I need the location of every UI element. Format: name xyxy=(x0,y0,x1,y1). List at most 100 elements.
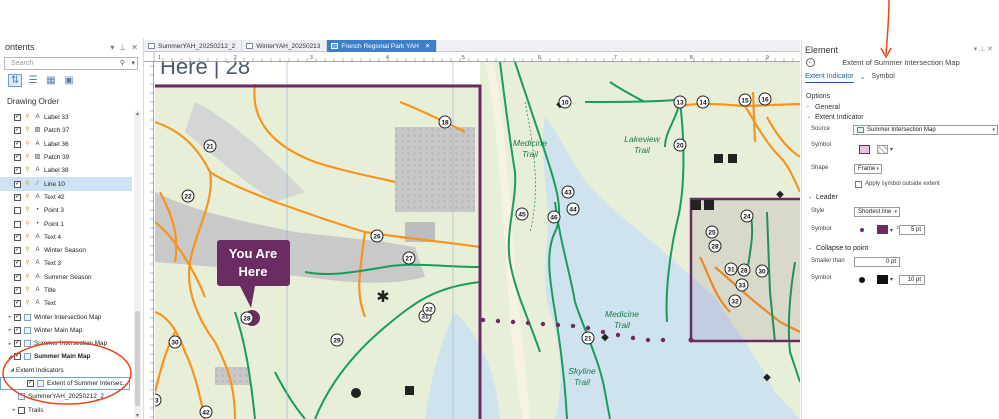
expanded-icon[interactable]: ◢ xyxy=(6,354,14,360)
lock-icon[interactable]: ⚲ xyxy=(24,300,31,307)
layer-row[interactable]: ✓ Extent of Summer Intersec... xyxy=(0,376,130,391)
layer-row[interactable]: ✓ ⚲ A Label 33 xyxy=(0,111,132,124)
layer-row[interactable]: ✓ ⚲ A Summer Season xyxy=(0,271,132,284)
chevron-down-icon[interactable]: ▾ xyxy=(890,276,893,283)
layer-list-scrollbar[interactable]: ▲ ▼ xyxy=(134,111,141,419)
visibility-checkbox[interactable]: ✓ xyxy=(14,180,21,188)
visibility-checkbox[interactable]: ✓ xyxy=(27,380,34,388)
layer-row[interactable]: ✓ ⚲ A Text xyxy=(0,297,132,310)
visibility-checkbox[interactable]: ✓ xyxy=(14,313,21,321)
lock-icon[interactable]: ⚲ xyxy=(24,114,31,121)
expanded-icon[interactable]: ◢ xyxy=(8,367,16,373)
lock-icon[interactable]: ⚲ xyxy=(24,207,31,214)
collapse-section-toggle[interactable]: ⌄ Collapse to point xyxy=(808,243,868,253)
visibility-checkbox[interactable]: ✓ xyxy=(14,193,21,201)
layer-row[interactable]: ▸ ✓ Summer Intersection Map xyxy=(0,337,132,350)
tab-view[interactable]: WinterYAH_20250213 xyxy=(242,40,328,52)
lock-icon[interactable]: ⚲ xyxy=(24,221,31,228)
chevron-down-icon[interactable]: ⌄ xyxy=(860,73,866,83)
layer-row[interactable]: ◢ ✓ Summer Main Map xyxy=(0,350,132,363)
chevron-down-icon[interactable]: ▾ xyxy=(890,146,893,153)
lock-icon[interactable]: ⚲ xyxy=(24,274,31,281)
expand-icon[interactable]: ▸ xyxy=(10,407,18,413)
close-icon[interactable]: ✕ xyxy=(131,43,138,52)
layer-row[interactable]: ✓ ⚲ A Text 4 xyxy=(0,231,132,244)
lock-icon[interactable]: ⚲ xyxy=(24,287,31,294)
layer-row[interactable]: ▸ ✓ Winter Main Map xyxy=(0,324,132,337)
source-dropdown[interactable]: Summer Intersection Map ▾ xyxy=(853,125,998,135)
visibility-checkbox[interactable]: ✓ xyxy=(14,353,21,361)
layer-row[interactable]: ✓ ⚲ A Text 3 xyxy=(0,257,132,270)
symbol-swatch[interactable] xyxy=(859,145,870,154)
layer-row[interactable]: ✓ ⚲ A Label 38 xyxy=(0,164,132,177)
visibility-checkbox[interactable] xyxy=(14,207,21,215)
layer-row[interactable]: ✓ ⚲ ▨ Patch 39 xyxy=(0,151,132,164)
collapse-color-swatch[interactable] xyxy=(877,275,888,284)
lock-icon[interactable]: ⚲ xyxy=(24,234,31,241)
spinner-icon[interactable]: ⇕ xyxy=(896,225,899,230)
visibility-checkbox[interactable]: ✓ xyxy=(14,247,21,255)
search-input[interactable]: Search ⚲ ▾ xyxy=(4,57,138,70)
visibility-checkbox[interactable]: ✓ xyxy=(14,340,21,348)
tab-symbol[interactable]: Symbol xyxy=(872,73,895,83)
scrollbar-thumb[interactable] xyxy=(135,311,140,406)
visibility-list-icon[interactable]: ▣ xyxy=(62,74,76,87)
expand-icon[interactable]: ▸ xyxy=(6,327,14,333)
scroll-down-icon[interactable]: ▼ xyxy=(134,413,141,419)
layer-row[interactable]: SummerYAH_20250212_2 xyxy=(0,390,132,403)
symbol-gallery-button[interactable] xyxy=(877,145,888,154)
layer-row[interactable]: ◢ Extent Indicators xyxy=(0,364,132,377)
layer-row[interactable]: ⚲ • Point 1 xyxy=(0,217,132,230)
layer-row[interactable]: ⚲ • Point 3 xyxy=(0,204,132,217)
lock-icon[interactable]: ⚲ xyxy=(24,181,31,188)
drawing-order-icon[interactable]: ⇅ xyxy=(8,74,22,87)
lock-icon[interactable]: ⚲ xyxy=(24,167,31,174)
search-icon[interactable]: ⚲ xyxy=(120,58,125,69)
layer-row[interactable]: ✓ ⚲ A Winter Season xyxy=(0,244,132,257)
layout-map-view[interactable]: Here | 28 You Are Here Medicine Trail La… xyxy=(155,62,800,419)
shape-dropdown[interactable]: Frame ▾ xyxy=(854,164,882,174)
leader-color-swatch[interactable] xyxy=(877,225,888,234)
visibility-checkbox[interactable]: ✓ xyxy=(14,326,21,334)
close-icon[interactable]: ✕ xyxy=(425,42,430,50)
visibility-checkbox[interactable] xyxy=(14,220,21,228)
lock-icon[interactable]: ⚲ xyxy=(24,154,31,161)
visibility-checkbox[interactable]: ✓ xyxy=(14,154,21,162)
collapse-size-field[interactable]: 10 pt xyxy=(899,275,925,285)
visibility-checkbox[interactable]: ✓ xyxy=(14,287,21,294)
visibility-checkbox[interactable]: ✓ xyxy=(14,300,21,308)
visibility-checkbox[interactable] xyxy=(18,406,25,414)
chevron-down-icon[interactable]: ▾ xyxy=(890,227,893,234)
layer-row[interactable]: ▸ Trails xyxy=(0,404,132,417)
layer-row[interactable]: ✓ ⚲ A Label 36 xyxy=(0,138,132,151)
layer-row[interactable]: ▸ ✓ Winter Intersection Map xyxy=(0,310,132,323)
chevron-down-icon[interactable]: ▾ xyxy=(110,43,114,52)
visibility-checkbox[interactable]: ✓ xyxy=(14,273,21,281)
general-section-toggle[interactable]: › General xyxy=(807,102,998,112)
pin-icon[interactable]: ⊥ xyxy=(119,43,126,52)
layer-row[interactable]: ✓ ⚲ ⁄ Line 10 xyxy=(0,177,132,191)
tab-extent-indicator[interactable]: Extent Indicator xyxy=(805,73,854,83)
source-list-icon[interactable]: ☰ xyxy=(26,74,40,87)
leader-width-field[interactable]: 5 pt xyxy=(899,225,925,235)
lock-icon[interactable]: ⚲ xyxy=(24,260,31,267)
extent-indicator-section-toggle[interactable]: ⌄ Extent Indicator xyxy=(807,112,998,122)
expand-icon[interactable]: ▸ xyxy=(6,341,14,347)
smaller-than-field[interactable]: 0 pt xyxy=(854,257,900,267)
lock-icon[interactable]: ⚲ xyxy=(24,247,31,254)
visibility-checkbox[interactable]: ✓ xyxy=(14,114,21,122)
layer-row[interactable]: ✓ ⚲ ▨ Patch 37 xyxy=(0,124,132,137)
tab-view[interactable]: SummerYAH_20250212_2 xyxy=(144,40,243,52)
lock-icon[interactable]: ⚲ xyxy=(24,127,31,134)
pane-controls[interactable]: ▾ ⊥ ✕ xyxy=(974,45,993,53)
visibility-checkbox[interactable]: ✓ xyxy=(14,233,21,241)
leader-section-toggle[interactable]: ⌄ Leader xyxy=(808,192,838,202)
visibility-checkbox[interactable]: ✓ xyxy=(14,127,21,135)
chevron-down-icon[interactable]: ▾ xyxy=(131,58,135,69)
tab-view[interactable]: French Regional Park YAH ✕ xyxy=(327,40,438,52)
layer-row[interactable]: ✓ ⚲ A Title xyxy=(0,284,132,297)
layer-row[interactable]: ✓ ⚲ A Text 42 xyxy=(0,191,132,204)
visibility-checkbox[interactable]: ✓ xyxy=(14,140,21,148)
lock-icon[interactable]: ⚲ xyxy=(24,194,31,201)
style-dropdown[interactable]: Shortest line ▾ xyxy=(854,207,900,217)
